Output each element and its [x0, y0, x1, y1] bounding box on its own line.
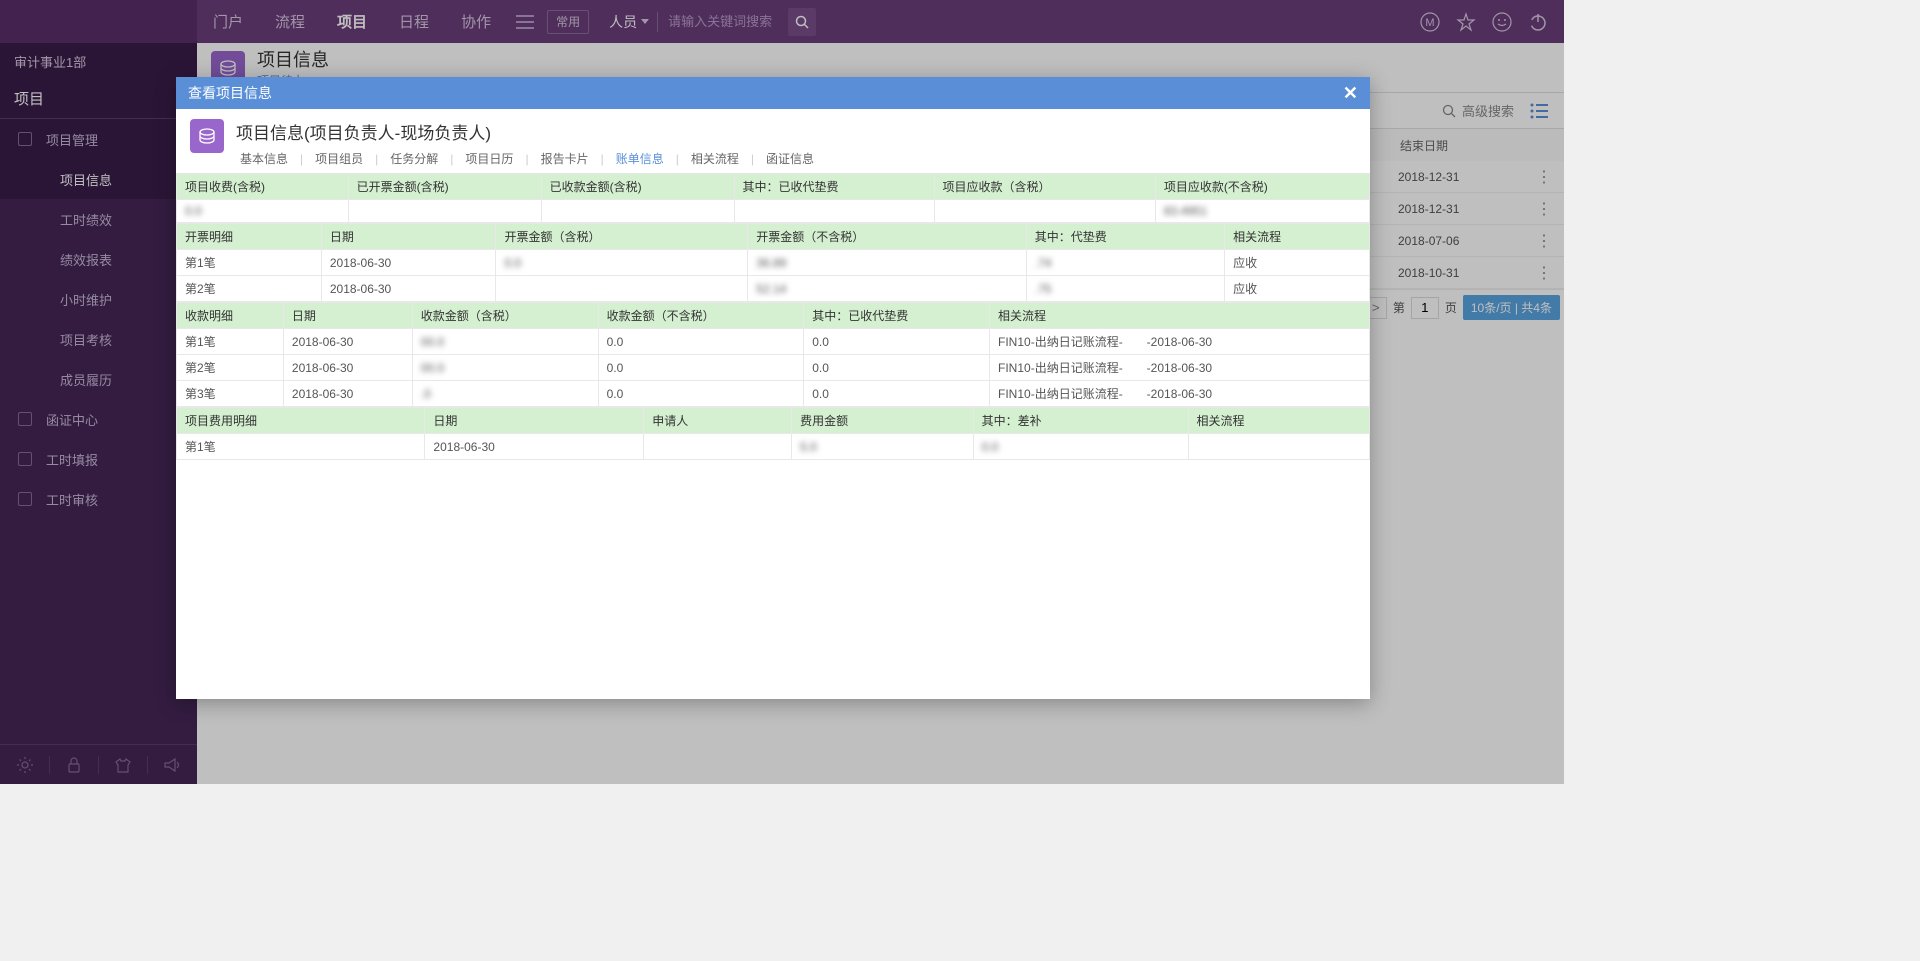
col-header: 申请人 — [644, 408, 792, 434]
col-header: 项目收费(含税) — [177, 174, 349, 200]
cell: 36.89 — [748, 250, 1027, 276]
cell: 2018-06-30 — [425, 434, 644, 460]
inner-tabs: 基本信息|项目组员|任务分解|项目日历|报告卡片|账单信息|相关流程|函证信息 — [236, 150, 1356, 167]
bill-table: 收款明细日期收款金额（含税）收款金额（不含税）其中：已收代垫费相关流程第1笔20… — [176, 302, 1370, 407]
tab-item[interactable]: 基本信息 — [236, 150, 292, 167]
modal-header: 查看项目信息 ✕ — [176, 77, 1370, 109]
modal-title: 查看项目信息 — [188, 83, 272, 103]
col-header: 已收款金额(含税) — [541, 174, 734, 200]
table-row: 第2笔2018-06-30 52.14.75应收 — [177, 276, 1370, 302]
cell: 2018-06-30 — [321, 276, 496, 302]
cell: 第1笔 — [177, 329, 284, 355]
cell: 2018-06-30 — [283, 329, 412, 355]
cell: 0.0 — [598, 381, 804, 407]
cell: 00.0 — [412, 329, 598, 355]
col-header: 已开票金额(含税) — [348, 174, 541, 200]
tab-item[interactable]: 函证信息 — [762, 150, 818, 167]
cell: FIN10-出纳日记账流程- -2018-06-30 — [990, 329, 1370, 355]
cell — [1188, 434, 1369, 460]
tab-item[interactable]: 任务分解 — [386, 150, 442, 167]
cell: 第3笔 — [177, 381, 284, 407]
col-header: 日期 — [321, 224, 496, 250]
cell: 83.4951 — [1155, 200, 1369, 223]
cell — [934, 200, 1155, 223]
col-header: 项目应收款（含税） — [934, 174, 1155, 200]
col-header: 日期 — [283, 303, 412, 329]
cell — [734, 200, 934, 223]
bill-summary-table: 项目收费(含税)已开票金额(含税)已收款金额(含税)其中：已收代垫费项目应收款（… — [176, 173, 1370, 223]
table-row: 第2笔2018-06-3000.00.00.0FIN10-出纳日记账流程- -2… — [177, 355, 1370, 381]
modal-body: 项目信息(项目负责人-现场负责人) 基本信息|项目组员|任务分解|项目日历|报告… — [176, 109, 1370, 699]
col-header: 收款金额（含税） — [412, 303, 598, 329]
col-header: 收款金额（不含税） — [598, 303, 804, 329]
col-header: 开票明细 — [177, 224, 322, 250]
cell: 0.0 — [804, 381, 990, 407]
cell: 5.0 — [792, 434, 973, 460]
cell: 第2笔 — [177, 276, 322, 302]
col-header: 开票金额（含税） — [496, 224, 748, 250]
col-header: 日期 — [425, 408, 644, 434]
col-header: 其中：已收代垫费 — [804, 303, 990, 329]
cell: 2018-06-30 — [321, 250, 496, 276]
modal-dialog: 查看项目信息 ✕ 项目信息(项目负责人-现场负责人) 基本信息|项目组员|任务分… — [176, 77, 1370, 699]
cell: .75 — [1026, 276, 1224, 302]
cell: 0.0 — [804, 355, 990, 381]
cell: FIN10-出纳日记账流程- -2018-06-30 — [990, 381, 1370, 407]
inner-header: 项目信息(项目负责人-现场负责人) 基本信息|项目组员|任务分解|项目日历|报告… — [176, 109, 1370, 173]
col-header: 其中：已收代垫费 — [734, 174, 934, 200]
cell: 应收 — [1225, 250, 1370, 276]
table-row: 第3笔2018-06-30.00.00.0FIN10-出纳日记账流程- -201… — [177, 381, 1370, 407]
cell — [541, 200, 734, 223]
cell: 0.0 — [177, 200, 349, 223]
bill-table: 项目费用明细日期申请人费用金额其中：差补相关流程第1笔2018-06-30 5.0… — [176, 407, 1370, 460]
tab-item[interactable]: 报告卡片 — [537, 150, 593, 167]
cell: 52.14 — [748, 276, 1027, 302]
modal-close-button[interactable]: ✕ — [1343, 83, 1358, 104]
col-header: 其中：差补 — [973, 408, 1188, 434]
cell — [496, 276, 748, 302]
cell: 2018-06-30 — [283, 381, 412, 407]
table-row: 第1笔2018-06-30 5.00.0 — [177, 434, 1370, 460]
col-header: 项目费用明细 — [177, 408, 425, 434]
cell: 00.0 — [412, 355, 598, 381]
cell: 第1笔 — [177, 250, 322, 276]
table-row: 第1笔2018-06-300.036.89.74应收 — [177, 250, 1370, 276]
tab-item[interactable]: 项目组员 — [311, 150, 367, 167]
cell: 0.0 — [804, 329, 990, 355]
col-header: 开票金额（不含税） — [748, 224, 1027, 250]
cell: 应收 — [1225, 276, 1370, 302]
cell — [348, 200, 541, 223]
cell: 第1笔 — [177, 434, 425, 460]
col-header: 收款明细 — [177, 303, 284, 329]
bill-table: 开票明细日期开票金额（含税）开票金额（不含税）其中：代垫费相关流程第1笔2018… — [176, 223, 1370, 302]
cell: 0.0 — [496, 250, 748, 276]
table-row: 0.0 83.4951 — [177, 200, 1370, 223]
cell: 第2笔 — [177, 355, 284, 381]
inner-title: 项目信息(项目负责人-现场负责人) — [236, 119, 1356, 144]
cell: FIN10-出纳日记账流程- -2018-06-30 — [990, 355, 1370, 381]
cell: .0 — [412, 381, 598, 407]
cell: 0.0 — [598, 355, 804, 381]
project-icon — [190, 119, 224, 153]
table-row: 第1笔2018-06-3000.00.00.0FIN10-出纳日记账流程- -2… — [177, 329, 1370, 355]
col-header: 相关流程 — [990, 303, 1370, 329]
cell: 0.0 — [973, 434, 1188, 460]
col-header: 其中：代垫费 — [1026, 224, 1224, 250]
cell — [644, 434, 792, 460]
tab-item[interactable]: 相关流程 — [687, 150, 743, 167]
col-header: 相关流程 — [1188, 408, 1369, 434]
col-header: 费用金额 — [792, 408, 973, 434]
modal-overlay: 查看项目信息 ✕ 项目信息(项目负责人-现场负责人) 基本信息|项目组员|任务分… — [0, 0, 1564, 784]
col-header: 相关流程 — [1225, 224, 1370, 250]
tab-item[interactable]: 项目日历 — [461, 150, 517, 167]
cell: 0.0 — [598, 329, 804, 355]
cell: .74 — [1026, 250, 1224, 276]
cell: 2018-06-30 — [283, 355, 412, 381]
col-header: 项目应收款(不含税) — [1155, 174, 1369, 200]
tab-item[interactable]: 账单信息 — [612, 150, 668, 167]
